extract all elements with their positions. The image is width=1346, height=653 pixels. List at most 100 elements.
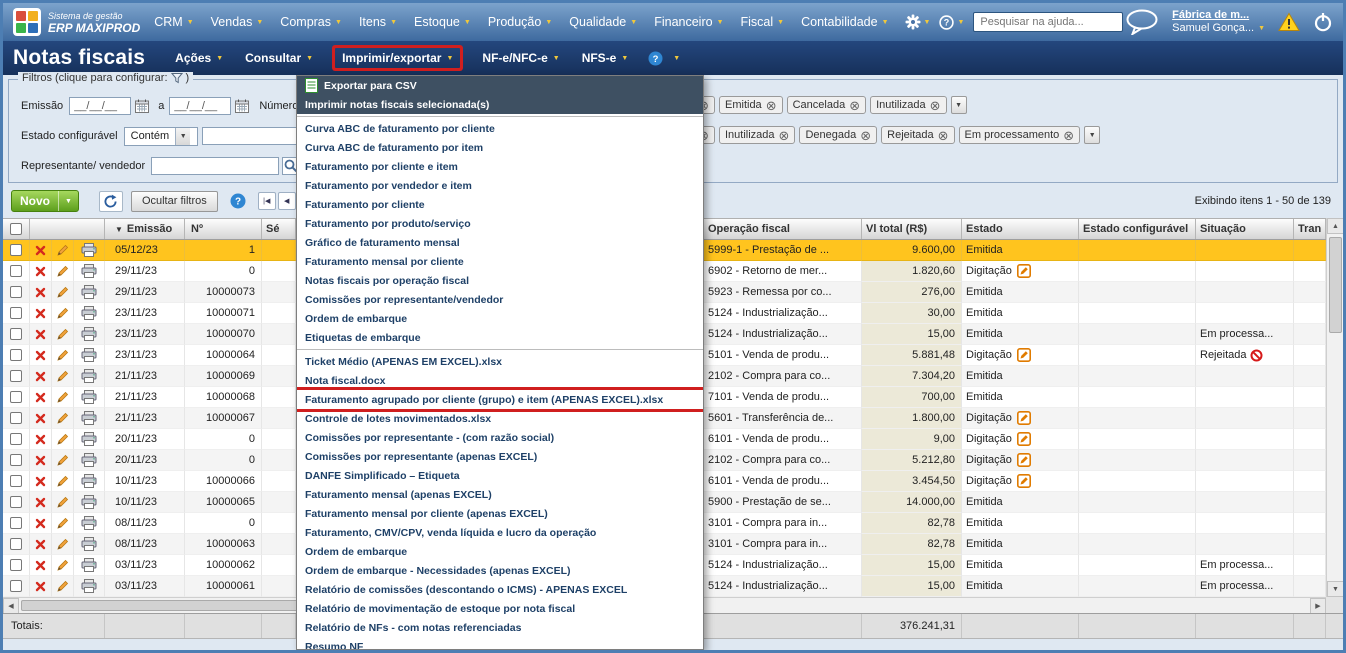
menu-item-faturamento-agrupado-por-cliente-grupo-e-item-apenas-excel-xlsx[interactable]: Faturamento agrupado por cliente (grupo)…	[297, 390, 703, 409]
print-icon[interactable]	[81, 432, 97, 446]
row-checkbox[interactable]	[10, 538, 22, 550]
menu-item-exportar-para-csv[interactable]: Exportar para CSV	[297, 76, 703, 95]
menu-item-ordem-de-embarque[interactable]: Ordem de embarque	[297, 542, 703, 561]
menu-item-nota-fiscal-docx[interactable]: Nota fiscal.docx	[297, 371, 703, 390]
print-icon[interactable]	[81, 411, 97, 425]
menu-item-faturamento-mensal-por-cliente[interactable]: Faturamento mensal por cliente	[297, 252, 703, 271]
delete-icon[interactable]	[35, 392, 46, 403]
row-checkbox[interactable]	[10, 580, 22, 592]
print-icon[interactable]	[81, 495, 97, 509]
remove-chip-icon[interactable]: ⊗	[860, 129, 871, 142]
filter-chip-emitida[interactable]: Emitida ⊗	[719, 96, 783, 114]
scroll-down-button[interactable]: ▼	[1327, 581, 1343, 597]
toolbar-help[interactable]: ?	[230, 193, 246, 209]
menu-consultar[interactable]: Consultar ▼	[245, 51, 313, 65]
row-checkbox[interactable]	[10, 517, 22, 529]
remove-chip-icon[interactable]: ⊗	[849, 99, 860, 112]
estado-configuravel-input[interactable]	[201, 127, 300, 145]
delete-icon[interactable]	[35, 350, 46, 361]
menu-item-faturamento-cmv-cpv-venda-liquida-e-lucro-da-operacao[interactable]: Faturamento, CMV/CPV, venda líquida e lu…	[297, 523, 703, 542]
print-icon[interactable]	[81, 390, 97, 404]
menu-item-faturamento-por-cliente[interactable]: Faturamento por cliente	[297, 195, 703, 214]
print-icon[interactable]	[81, 537, 97, 551]
edit-icon[interactable]	[56, 349, 69, 362]
menu-acoes[interactable]: Ações ▼	[175, 51, 223, 65]
print-icon[interactable]	[81, 348, 97, 362]
menu-item-faturamento-mensal-apenas-excel[interactable]: Faturamento mensal (apenas EXCEL)	[297, 485, 703, 504]
header-serie[interactable]: Sé	[262, 219, 296, 239]
delete-icon[interactable]	[35, 413, 46, 424]
print-icon[interactable]	[81, 369, 97, 383]
vertical-scrollbar[interactable]: ▲ ▼	[1326, 218, 1343, 597]
filter-chip-cancelada[interactable]: Cancelada ⊗	[786, 96, 867, 114]
menu-item-ordem-de-embarque-necessidades-apenas-excel[interactable]: Ordem de embarque - Necessidades (apenas…	[297, 561, 703, 580]
topbar-menu-compras[interactable]: Compras ▼	[280, 15, 342, 29]
edit-icon[interactable]	[56, 496, 69, 509]
print-icon[interactable]	[81, 243, 97, 257]
novo-dropdown[interactable]: ▼	[59, 191, 78, 211]
delete-icon[interactable]	[35, 287, 46, 298]
delete-icon[interactable]	[35, 455, 46, 466]
print-icon[interactable]	[81, 474, 97, 488]
menu-nf-e-nfc-e[interactable]: NF-e/NFC-e ▼	[482, 51, 559, 65]
novo-button[interactable]: Novo ▼	[11, 190, 79, 212]
row-checkbox[interactable]	[10, 559, 22, 571]
edit-icon[interactable]	[56, 244, 69, 257]
row-checkbox[interactable]	[10, 475, 22, 487]
delete-icon[interactable]	[35, 560, 46, 571]
row-checkbox[interactable]	[10, 307, 22, 319]
print-icon[interactable]	[81, 516, 97, 530]
help-search-input[interactable]	[973, 12, 1124, 32]
scroll-left-button[interactable]: ◀	[3, 598, 19, 614]
filters-legend[interactable]: Filtros (clique para configurar: )	[18, 72, 194, 84]
remove-chip-icon[interactable]: ⊗	[1063, 129, 1074, 142]
print-icon[interactable]	[81, 327, 97, 341]
emissao-from-input[interactable]	[69, 97, 132, 115]
header-operacao-fiscal[interactable]: Operação fiscal	[704, 219, 862, 239]
menu-item-curva-abc-de-faturamento-por-cliente[interactable]: Curva ABC de faturamento por cliente	[297, 119, 703, 138]
edit-icon[interactable]	[56, 517, 69, 530]
filter-chip-em-processamento[interactable]: Em processamento ⊗	[958, 126, 1081, 144]
edit-icon[interactable]	[56, 412, 69, 425]
header-situacao[interactable]: Situação	[1196, 219, 1294, 239]
chips-dropdown-button[interactable]: ▼	[1084, 126, 1101, 144]
topbar-menu-financeiro[interactable]: Financeiro ▼	[654, 15, 723, 29]
menu-item-comissoes-por-representante-vendedor[interactable]: Comissões por representante/vendedor	[297, 290, 703, 309]
delete-icon[interactable]	[35, 518, 46, 529]
company-link[interactable]: Fábrica de m...	[1172, 9, 1249, 21]
operator-select[interactable]: Contém ▼	[123, 126, 198, 146]
help-menu[interactable]: ? ▼	[939, 14, 964, 30]
edit-icon[interactable]	[56, 391, 69, 404]
topbar-menu-crm[interactable]: CRM ▼	[154, 15, 193, 29]
menu-item-imprimir-notas-fiscais-selecionada-s[interactable]: Imprimir notas fiscais selecionada(s)	[297, 95, 703, 114]
print-icon[interactable]	[81, 285, 97, 299]
print-icon[interactable]	[81, 453, 97, 467]
menu-item-relatorio-de-comissoes-descontando-o-icms-apenas-excel[interactable]: Relatório de comissões (descontando o IC…	[297, 580, 703, 599]
row-checkbox[interactable]	[10, 349, 22, 361]
row-checkbox[interactable]	[10, 391, 22, 403]
first-page-button[interactable]: |◀	[257, 192, 276, 210]
edit-icon[interactable]	[56, 286, 69, 299]
edit-state-icon[interactable]	[1016, 432, 1031, 446]
header-emissao[interactable]: ▼ Emissão	[105, 219, 185, 239]
delete-icon[interactable]	[35, 371, 46, 382]
edit-icon[interactable]	[56, 307, 69, 320]
power-icon[interactable]	[1313, 12, 1333, 32]
menu-item-resumo-nf[interactable]: Resumo NF	[297, 637, 703, 650]
select-all-checkbox[interactable]	[10, 223, 22, 235]
delete-icon[interactable]	[35, 329, 46, 340]
menu-item-controle-de-lotes-movimentados-xlsx[interactable]: Controle de lotes movimentados.xlsx	[297, 409, 703, 428]
row-checkbox[interactable]	[10, 328, 22, 340]
header-vl-total[interactable]: Vl total (R$)	[862, 219, 962, 239]
edit-icon[interactable]	[56, 265, 69, 278]
delete-icon[interactable]	[35, 539, 46, 550]
header-estado-configuravel[interactable]: Estado configurável	[1079, 219, 1196, 239]
chat-icon[interactable]	[1125, 9, 1159, 35]
edit-state-icon[interactable]	[1016, 474, 1031, 488]
header-estado[interactable]: Estado	[962, 219, 1079, 239]
edit-icon[interactable]	[56, 454, 69, 467]
row-checkbox[interactable]	[10, 454, 22, 466]
menu-item-comissoes-por-representante-apenas-excel[interactable]: Comissões por representante (apenas EXCE…	[297, 447, 703, 466]
filter-chip-rejeitada[interactable]: Rejeitada ⊗	[881, 126, 955, 144]
menu-item-relatorio-de-movimentacao-de-estoque-por-nota-fiscal[interactable]: Relatório de movimentação de estoque por…	[297, 599, 703, 618]
